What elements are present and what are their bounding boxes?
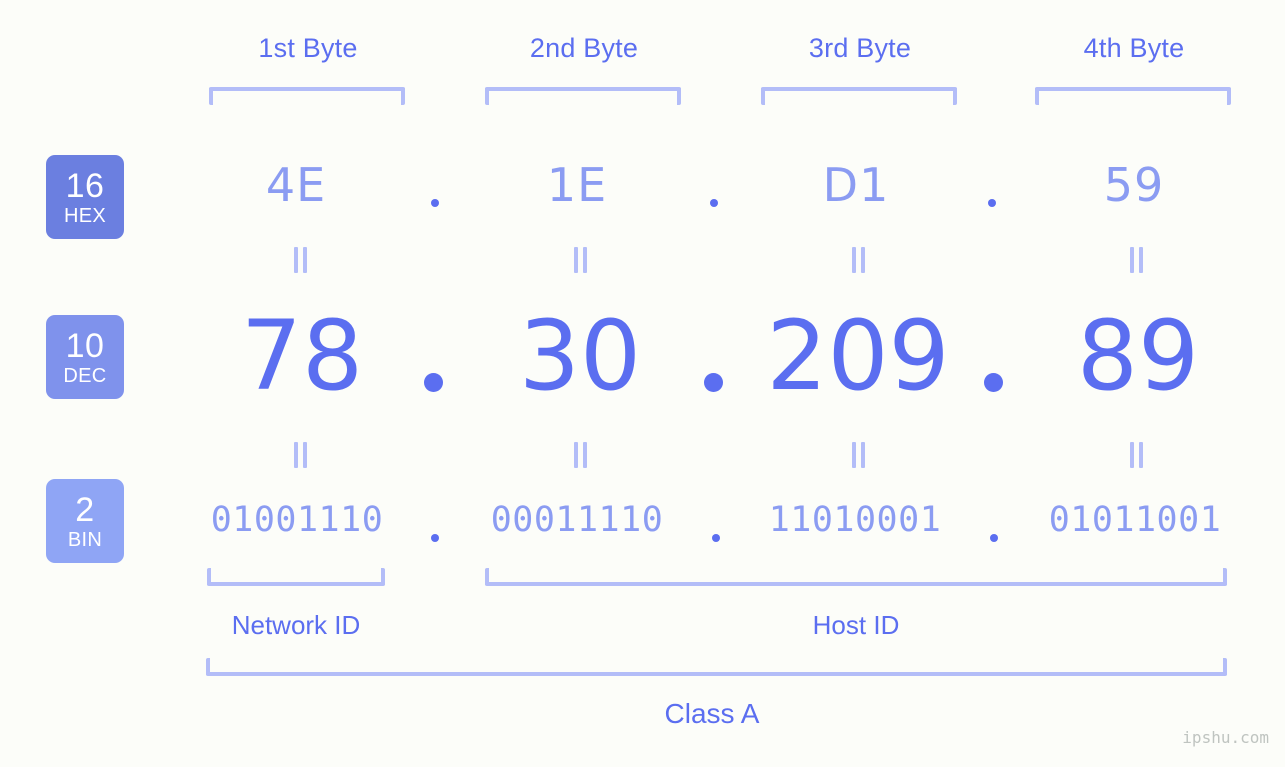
hex-byte-3: D1 [822, 158, 890, 212]
hex-separator-1 [431, 199, 439, 207]
bin-byte-4: 01011001 [1048, 500, 1222, 540]
hex-byte-4: 59 [1103, 158, 1165, 212]
host-id-bracket [485, 568, 1227, 586]
bin-byte-1: 01001110 [210, 500, 384, 540]
base-badge-dec-number: 10 [65, 326, 105, 365]
equals-sign-hex-dec-3 [850, 247, 868, 273]
host-id-label: Host ID [812, 610, 900, 640]
dec-byte-1: 78 [240, 300, 364, 412]
watermark: ipshu.com [1182, 728, 1269, 747]
network-id-bracket [207, 568, 385, 586]
base-badge-hex-number: 16 [65, 166, 105, 205]
base-badge-bin-number: 2 [75, 490, 95, 529]
equals-sign-dec-bin-4 [1128, 442, 1146, 468]
dec-byte-4: 89 [1076, 300, 1200, 412]
dec-byte-2: 30 [518, 300, 642, 412]
byte-header-3: 3rd Byte [808, 33, 912, 63]
equals-sign-hex-dec-2 [572, 247, 590, 273]
bin-separator-1 [431, 534, 439, 542]
hex-separator-3 [988, 199, 996, 207]
base-badge-hex: 16 HEX [46, 155, 124, 239]
equals-sign-dec-bin-3 [850, 442, 868, 468]
base-badge-bin: 2 BIN [46, 479, 124, 563]
dec-separator-2 [704, 373, 723, 392]
equals-sign-hex-dec-4 [1128, 247, 1146, 273]
hex-byte-1: 4E [265, 158, 327, 212]
equals-sign-hex-dec-1 [292, 247, 310, 273]
dec-separator-1 [424, 373, 443, 392]
bin-separator-3 [990, 534, 998, 542]
hex-byte-2: 1E [546, 158, 608, 212]
byte-bracket-1 [209, 87, 405, 105]
ip-address-diagram: 1st Byte 2nd Byte 3rd Byte 4th Byte 16 H… [0, 0, 1285, 767]
class-bracket [206, 658, 1227, 676]
base-badge-dec: 10 DEC [46, 315, 124, 399]
byte-bracket-4 [1035, 87, 1231, 105]
base-badge-dec-label: DEC [63, 364, 107, 387]
byte-bracket-2 [485, 87, 681, 105]
equals-sign-dec-bin-1 [292, 442, 310, 468]
bin-byte-3: 11010001 [768, 500, 942, 540]
byte-header-4: 4th Byte [1083, 33, 1185, 63]
byte-header-2: 2nd Byte [529, 33, 639, 63]
dec-separator-3 [984, 373, 1003, 392]
bin-separator-2 [712, 534, 720, 542]
dec-byte-3: 209 [766, 300, 950, 412]
base-badge-bin-label: BIN [67, 528, 103, 551]
byte-bracket-3 [761, 87, 957, 105]
network-id-label: Network ID [231, 610, 361, 640]
base-badge-hex-label: HEX [63, 204, 107, 227]
bin-byte-2: 00011110 [490, 500, 664, 540]
byte-header-1: 1st Byte [258, 33, 358, 63]
hex-separator-2 [710, 199, 718, 207]
class-label: Class A [664, 698, 760, 729]
equals-sign-dec-bin-2 [572, 442, 590, 468]
